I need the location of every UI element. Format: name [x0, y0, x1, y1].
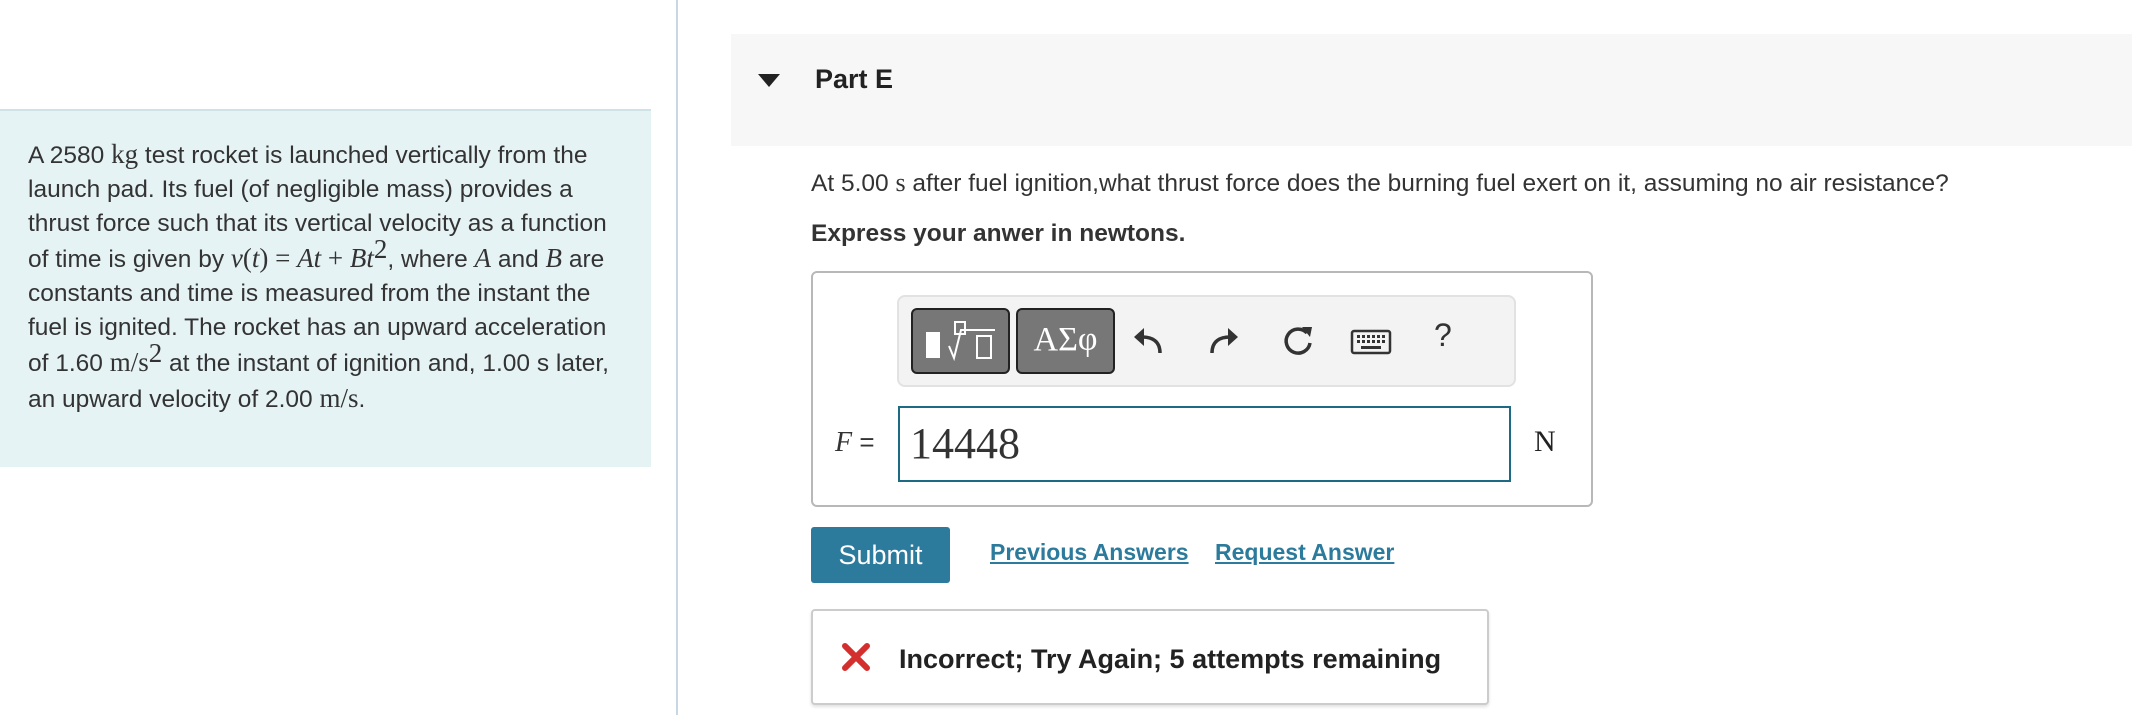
redo-icon[interactable] [1206, 323, 1242, 359]
feedback-message-box: Incorrect; Try Again; 5 attempts remaini… [811, 609, 1489, 705]
equals-sign: = [852, 427, 875, 457]
part-title: Part E [815, 64, 894, 94]
question-text: At 5.00 s after fuel ignition,what thrus… [811, 168, 1949, 198]
reset-icon[interactable] [1280, 323, 1316, 359]
problem-text: A 2580 kg test rocket is launched vertic… [28, 137, 623, 417]
keyboard-icon[interactable] [1350, 323, 1392, 359]
mass-unit: kg [111, 139, 139, 169]
time-unit: s [895, 168, 906, 197]
answer-box: ΑΣφ ? F = 14448 N [811, 271, 1593, 507]
math-exponent: 2 [148, 337, 163, 368]
templates-button[interactable] [911, 308, 1010, 374]
question-text-part: At 5.00 [811, 170, 896, 197]
problem-text-part: A 2580 [28, 142, 112, 169]
part-header[interactable]: Part E [731, 34, 2132, 146]
math-var-t: t [313, 243, 322, 273]
answer-variable-label: F = [835, 427, 875, 459]
templates-icon [926, 321, 995, 362]
panel-divider [676, 0, 678, 715]
math-var-A: A [297, 243, 314, 273]
help-button[interactable]: ? [1434, 317, 1452, 354]
accel-unit: m/s [109, 347, 149, 377]
problem-text-part: . [358, 386, 366, 413]
undo-icon[interactable] [1130, 323, 1166, 359]
x-mark-icon [842, 643, 870, 671]
problem-text-part: , where [387, 246, 475, 273]
math-var-B: B [545, 243, 563, 273]
math-equals: ) = [259, 243, 298, 273]
math-var-t: t [366, 243, 374, 273]
math-plus: + [321, 243, 350, 273]
request-answer-link[interactable]: Request Answer [1215, 539, 1394, 566]
feedback-text: Incorrect; Try Again; 5 attempts remaini… [899, 644, 1442, 674]
answer-input[interactable]: 14448 [898, 406, 1511, 482]
math-toolbar: ΑΣφ ? [897, 295, 1516, 387]
submit-button[interactable]: Submit [811, 527, 950, 583]
answer-instruction: Express your anwer in newtons. [811, 220, 1186, 247]
collapse-triangle-icon[interactable] [758, 74, 780, 87]
math-var-A: A [474, 243, 492, 273]
previous-answers-link[interactable]: Previous Answers [990, 539, 1189, 566]
math-var-v: v [230, 243, 243, 273]
math-paren: ( [242, 243, 252, 273]
question-text-part: after fuel ignition,what thrust force do… [905, 170, 1949, 197]
math-var-B: B [349, 243, 367, 273]
math-exponent: 2 [373, 233, 388, 264]
velocity-unit: m/s [319, 383, 359, 413]
problem-text-part: and [491, 246, 546, 273]
answer-unit: N [1534, 425, 1556, 458]
problem-statement-panel: A 2580 kg test rocket is launched vertic… [0, 109, 651, 467]
variable-F: F [835, 427, 853, 458]
symbols-button[interactable]: ΑΣφ [1016, 308, 1115, 374]
